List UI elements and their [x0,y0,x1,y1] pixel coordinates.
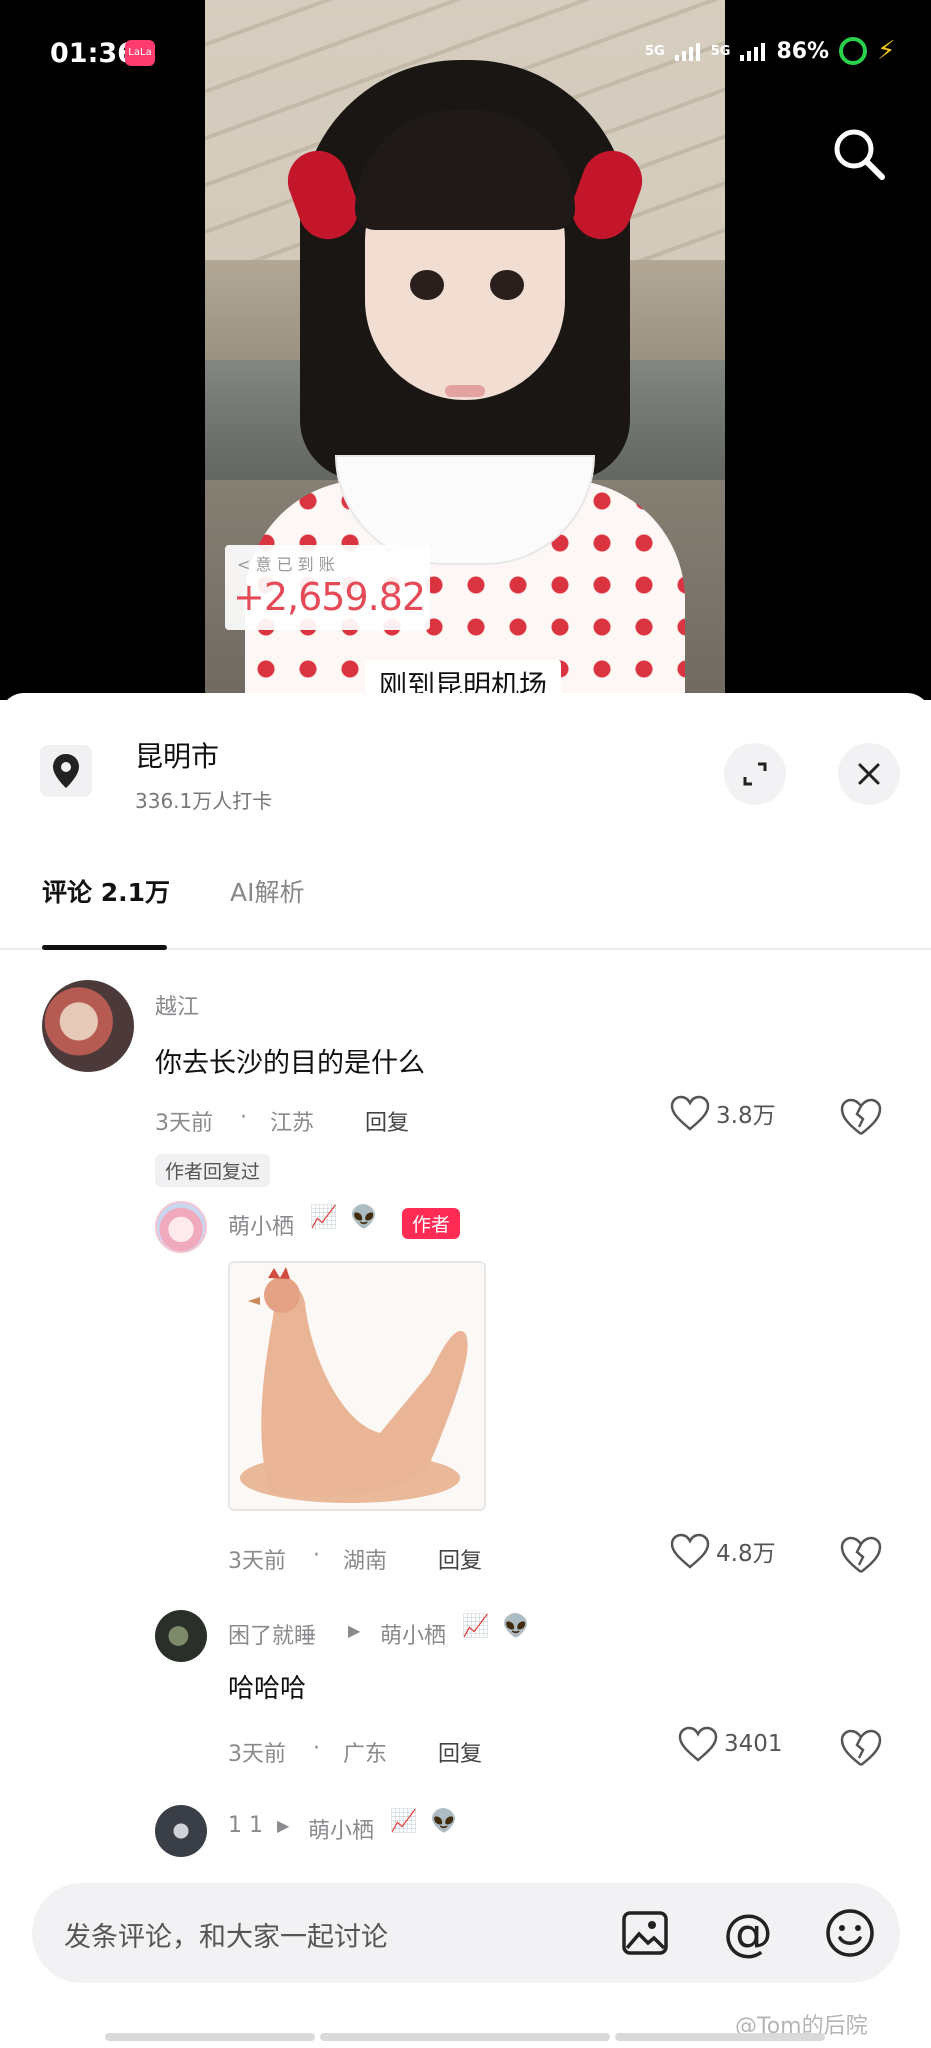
broken-heart-icon[interactable] [839,1535,883,1575]
heart-icon [678,1726,718,1762]
tab-comments[interactable]: 评论 2.1万 [42,873,170,909]
reply-button[interactable]: 回复 [365,1105,409,1137]
payment-overlay: < 意 已 到 账 +2,659.82 [225,545,430,630]
comment-sheet: 昆明市 336.1万人打卡 评论 2.1万 AI解析 越江 你去长沙的目的是什么… [0,693,931,2048]
status-app-badge: LaLa [125,40,155,66]
reply-to-arrow-icon: ▶ [277,1816,290,1835]
home-indicator [105,2033,315,2041]
reply-region: 广东 [343,1742,388,1767]
image-button[interactable] [617,1905,673,1961]
trend-icon: 📈 [310,1205,338,1230]
signal-icon [674,43,700,61]
comment-time: 3天前 [155,1111,213,1136]
reply-author[interactable]: 困了就睡 [228,1618,316,1650]
location-title[interactable]: 昆明市 [135,735,219,775]
reply-to-arrow-icon: ▶ [348,1621,361,1640]
at-icon: @ [723,1904,773,1962]
reply-author[interactable]: 1 1 [228,1813,263,1838]
search-icon[interactable] [830,125,888,183]
eye [410,270,444,300]
signal-icon [740,43,766,61]
tab-bar: 评论 2.1万 AI解析 [0,873,931,950]
reply-button[interactable]: 回复 [438,1736,482,1768]
image-icon [622,1911,668,1955]
reply-time: 3天前 [228,1549,286,1574]
avatar[interactable] [155,1610,207,1662]
heart-icon [670,1533,710,1569]
comment-text: 你去长沙的目的是什么 [155,1048,425,1079]
avatar[interactable] [155,1201,207,1253]
signal-label: 5G [710,43,731,59]
comment-author[interactable]: 越江 [155,989,199,1021]
heart-icon [670,1095,710,1131]
author-badge: 作者 [402,1208,461,1239]
at-button[interactable]: @ [720,1904,776,1962]
emoji-button[interactable] [822,1905,878,1961]
like-button[interactable]: 4.8万 [670,1533,776,1569]
location-pin-icon [40,745,92,797]
comment-region: 江苏 [270,1111,315,1136]
comment-input[interactable]: 发条评论，和大家一起讨论 [64,1915,388,1954]
payment-amount: +2,659.82 [233,575,426,619]
broken-heart-icon[interactable] [839,1728,883,1768]
video-area[interactable]: < 意 已 到 账 +2,659.82 刚到昆明机场 01:36 LaLa 5G… [0,0,931,700]
location-checkins: 336.1万人打卡 [135,789,273,813]
mouth [445,385,485,397]
avatar[interactable] [155,1805,207,1857]
like-button[interactable]: 3401 [678,1726,783,1762]
expand-icon [743,762,767,786]
reply-image[interactable] [228,1261,486,1511]
comment-input-bar[interactable]: 发条评论，和大家一起讨论 @ [32,1883,900,1983]
reply-button[interactable]: 回复 [438,1543,482,1575]
avatar[interactable] [42,980,134,1072]
trend-icon: 📈 [390,1809,418,1834]
battery-ring-icon [839,37,868,65]
home-indicator [615,2033,825,2041]
signal-label: 5G [645,43,665,59]
reply-text: 哈哈哈 [228,1674,307,1704]
payment-overlay-sub: < 意 已 到 账 [237,555,335,574]
tab-indicator [42,945,167,950]
video-frame: < 意 已 到 账 +2,659.82 刚到昆明机场 [205,0,725,700]
expand-button[interactable] [724,743,786,805]
like-button[interactable]: 3.8万 [670,1095,776,1131]
alien-icon: 👽 [430,1809,458,1834]
close-button[interactable] [838,743,900,805]
reply-time: 3天前 [228,1742,286,1767]
tab-ai-analysis[interactable]: AI解析 [230,873,304,909]
meta-dot: · [313,1736,320,1761]
reply-region: 湖南 [343,1549,388,1574]
alien-icon: 👽 [502,1614,530,1639]
status-time: 01:36 [50,38,136,69]
eye [490,270,524,300]
emoji-icon [826,1909,874,1957]
status-right: 5G 5G 86% ⚡ [645,36,895,66]
alien-icon: 👽 [350,1205,378,1230]
reply-to-name[interactable]: 萌小栖 [308,1813,374,1845]
charging-bolt-icon: ⚡ [877,36,896,66]
battery-percent: 86% [776,38,830,64]
broken-heart-icon[interactable] [839,1097,883,1137]
like-count: 3.8万 [716,1103,776,1129]
meta-dot: · [240,1105,247,1130]
home-indicator [320,2033,610,2041]
close-icon [858,763,880,785]
like-count: 4.8万 [716,1541,776,1567]
like-count: 3401 [724,1731,783,1757]
trend-icon: 📈 [462,1614,490,1639]
reply-author[interactable]: 萌小栖 [228,1209,294,1241]
meta-dot: · [313,1543,320,1568]
author-replied-tag: 作者回复过 [155,1154,271,1187]
reply-to-name[interactable]: 萌小栖 [380,1618,446,1650]
